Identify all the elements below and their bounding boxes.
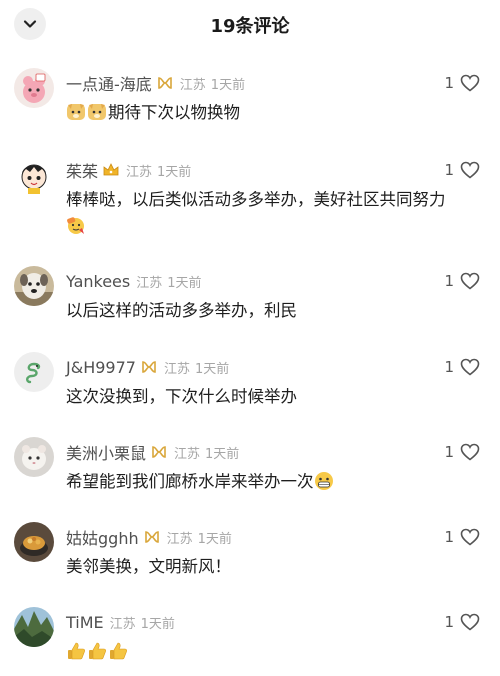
- avatar[interactable]: [14, 607, 54, 647]
- thumbs-up-emoji: [87, 641, 107, 661]
- comment-text: 美邻美换，文明新风！: [66, 557, 231, 576]
- grinning-face-emoji: [314, 471, 334, 491]
- heart-icon: [460, 74, 480, 92]
- avatar[interactable]: [14, 437, 54, 477]
- comment-text: 期待下次以物换物: [66, 100, 450, 126]
- location: 江苏: [163, 361, 190, 377]
- location: 江苏: [136, 275, 163, 291]
- like-button[interactable]: 1: [444, 613, 480, 631]
- gold-ribbon-icon: [143, 528, 161, 546]
- thumbs-up-emoji: [108, 641, 128, 661]
- avatar[interactable]: [14, 352, 54, 392]
- timestamp: 1天前: [210, 77, 246, 93]
- username[interactable]: J&H9977: [66, 358, 136, 377]
- heart-icon: [460, 613, 480, 631]
- heart-icon: [460, 161, 480, 179]
- avatar[interactable]: [14, 155, 54, 195]
- gold-ribbon-icon: [150, 443, 168, 461]
- doge-emoji: [66, 102, 86, 122]
- location: 江苏: [126, 164, 153, 180]
- crown-icon: [102, 161, 120, 179]
- doge-emoji: [87, 102, 107, 122]
- comments-header: 19条评论: [0, 0, 500, 48]
- avatar[interactable]: [14, 266, 54, 306]
- salute-face-emoji: [66, 215, 86, 235]
- avatar[interactable]: [14, 522, 54, 562]
- like-button[interactable]: 1: [444, 358, 480, 376]
- gold-ribbon-icon: [140, 358, 158, 376]
- location: 江苏: [109, 616, 136, 632]
- location: 江苏: [166, 531, 193, 547]
- heart-icon: [460, 272, 480, 290]
- comment-text: 希望能到我们廊桥水岸来举办一次: [66, 469, 450, 495]
- username[interactable]: Yankees: [66, 272, 130, 291]
- like-button[interactable]: 1: [444, 528, 480, 546]
- timestamp: 1天前: [197, 531, 232, 547]
- comment-text: 这次没换到，下次什么时候举办: [66, 387, 297, 406]
- timestamp: 1天前: [140, 616, 175, 632]
- username[interactable]: 一点通-海底: [66, 71, 152, 95]
- timestamp: 1天前: [157, 164, 192, 180]
- timestamp: 1天前: [205, 446, 240, 462]
- like-count: 1: [444, 443, 454, 461]
- like-count: 1: [444, 272, 454, 290]
- avatar[interactable]: [14, 68, 54, 108]
- comment-text: 以后这样的活动多多举办，利民: [66, 301, 297, 320]
- like-button[interactable]: 1: [444, 74, 480, 92]
- username[interactable]: TiME: [66, 613, 104, 632]
- like-count: 1: [444, 358, 454, 376]
- page-title: 19条评论: [210, 16, 290, 37]
- heart-icon: [460, 528, 480, 546]
- like-count: 1: [444, 528, 454, 546]
- like-count: 1: [444, 613, 454, 631]
- heart-icon: [460, 358, 480, 376]
- like-button[interactable]: 1: [444, 443, 480, 461]
- heart-icon: [460, 443, 480, 461]
- comment-text: [66, 639, 450, 665]
- timestamp: 1天前: [194, 361, 230, 377]
- like-button[interactable]: 1: [444, 272, 480, 290]
- location: 江苏: [174, 446, 201, 462]
- location: 江苏: [179, 77, 206, 93]
- like-count: 1: [444, 74, 454, 92]
- timestamp: 1天前: [167, 275, 202, 291]
- comment-text: 棒棒哒，以后类似活动多多举办，美好社区共同努力: [66, 187, 450, 239]
- thumbs-up-emoji: [66, 641, 86, 661]
- like-count: 1: [444, 161, 454, 179]
- username[interactable]: 姑姑gghh: [66, 525, 139, 549]
- username[interactable]: 茱茱: [66, 158, 98, 182]
- gold-ribbon-icon: [156, 74, 174, 92]
- like-button[interactable]: 1: [444, 161, 480, 179]
- username[interactable]: 美洲小栗鼠: [66, 440, 146, 464]
